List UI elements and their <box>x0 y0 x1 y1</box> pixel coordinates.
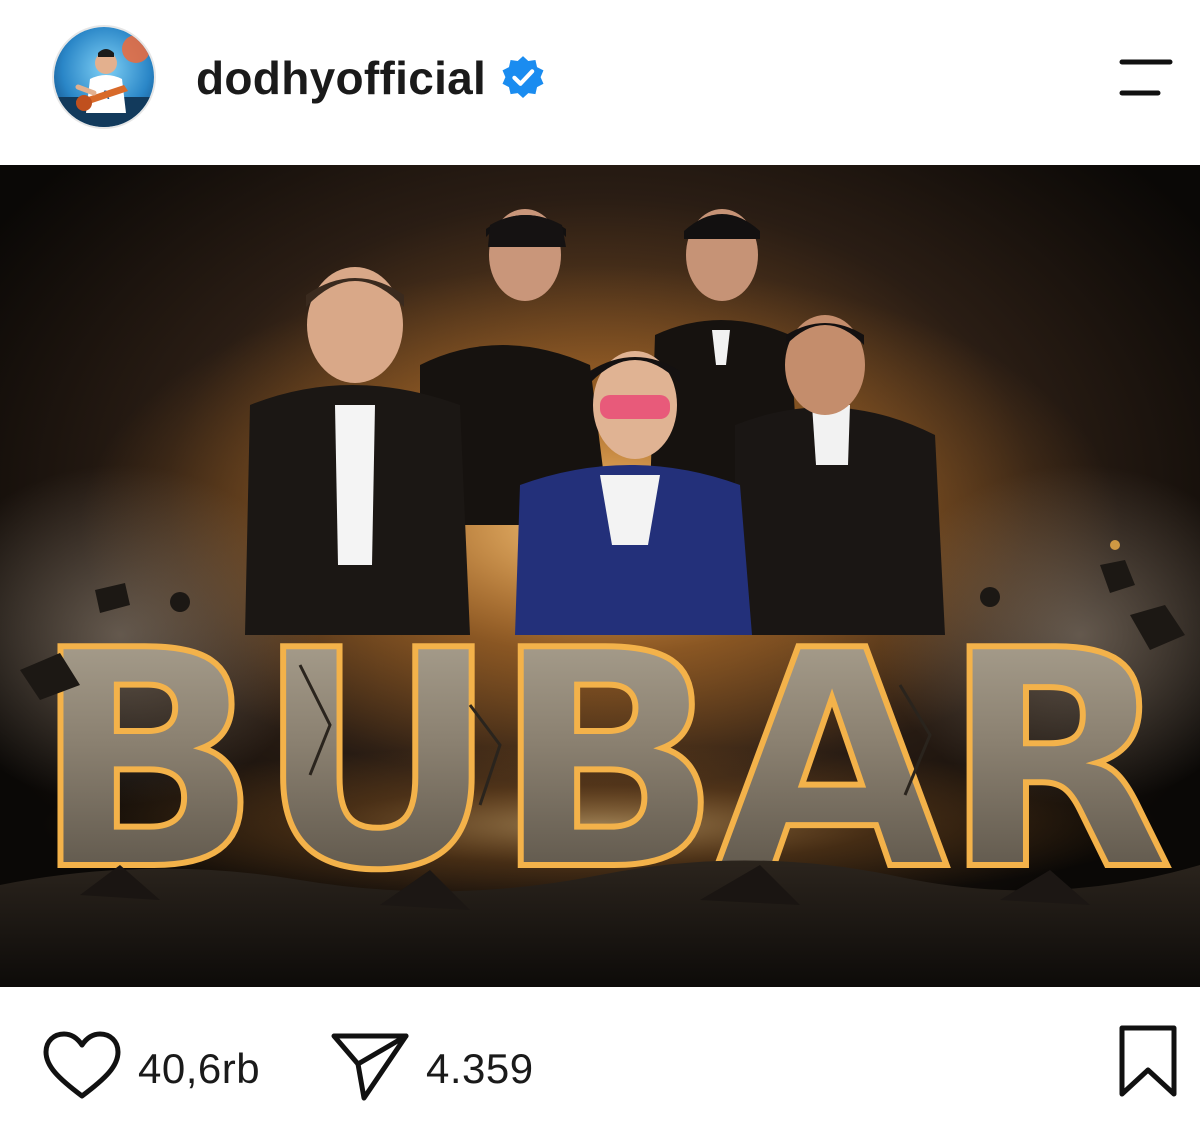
avatar[interactable]: A <box>52 25 156 129</box>
band-poster-illustration: BUBAR <box>0 165 1200 987</box>
share-button[interactable]: 4.359 <box>330 1030 534 1107</box>
instagram-post: A dodhyofficial <box>0 0 1200 1146</box>
menu-icon[interactable] <box>1118 56 1174 100</box>
avatar-image: A <box>54 27 154 127</box>
share-count[interactable]: 4.359 <box>426 1045 534 1093</box>
bookmark-icon[interactable] <box>1116 1024 1180 1098</box>
post-image[interactable]: BUBAR <box>0 165 1200 987</box>
username[interactable]: dodhyofficial <box>196 51 486 105</box>
username-row: dodhyofficial <box>196 48 546 108</box>
heart-icon[interactable] <box>42 1030 122 1107</box>
like-count[interactable]: 40,6rb <box>138 1045 260 1093</box>
post-header: A dodhyofficial <box>0 0 1200 165</box>
like-button[interactable]: 40,6rb <box>42 1030 260 1107</box>
verified-badge-icon <box>500 55 546 101</box>
send-icon[interactable] <box>330 1030 410 1107</box>
